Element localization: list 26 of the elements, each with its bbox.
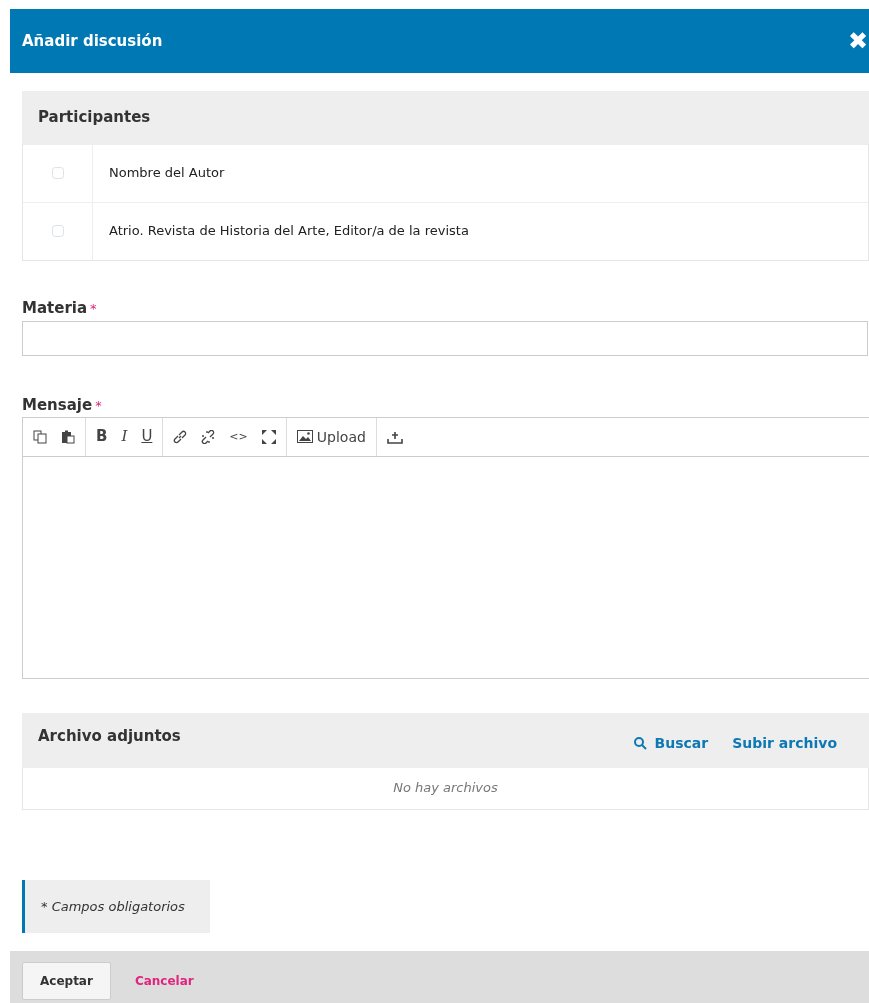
italic-button[interactable]: I [117,427,132,446]
message-editor[interactable]: B I U <> Upload [22,416,869,679]
checkbox[interactable] [51,225,64,237]
subject-field[interactable] [22,321,868,356]
code-button[interactable]: <> [225,429,252,444]
bold-button[interactable]: B [92,427,112,446]
search-link[interactable]: Buscar [632,732,709,754]
participant-name: Atrio. Revista de Historia del Arte, Editor/a de la revista [109,222,469,241]
upload-link[interactable]: Subir archivo [732,732,837,754]
upload-button[interactable]: Upload [292,427,370,446]
empty-message: No hay archivos [393,779,498,798]
underline-button[interactable]: U [137,427,157,446]
required-note: * Campos obligatorios [22,879,210,933]
field-label: Materia [22,297,88,319]
section-heading: Archivo adjuntos [38,725,181,747]
close-button[interactable]: ✖ [847,29,868,53]
required-mark: * [95,397,102,415]
search-icon [632,736,647,750]
required-mark: * [90,299,97,318]
section-heading: Participantes [22,91,869,144]
field-label: Mensaje [22,395,93,416]
checkbox[interactable] [51,167,64,179]
participant-name: Nombre del Autor [109,164,225,183]
accept-button[interactable]: Aceptar [22,962,111,1000]
image-icon [296,430,313,443]
dialog-title: Añadir discusión [22,30,163,52]
